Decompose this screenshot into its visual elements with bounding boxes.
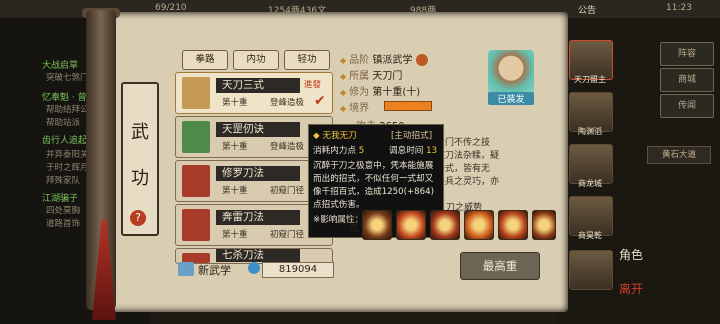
skill-level: 第十重 bbox=[222, 142, 248, 152]
diamond-icon: ◆ bbox=[340, 104, 347, 113]
tab-fist[interactable]: 拳路 bbox=[182, 50, 228, 70]
quest-desc: 拜殊家队 bbox=[46, 176, 81, 186]
leave-button[interactable]: 离开 bbox=[619, 280, 643, 297]
move-desc-line: 点招式伤害。 bbox=[313, 200, 365, 210]
quest-title[interactable]: 大战启草 bbox=[42, 58, 78, 71]
move-type: [主动招式] bbox=[391, 131, 433, 141]
skill-name: 修罗刀法 bbox=[216, 166, 300, 181]
hero-name: 商龙城 bbox=[578, 179, 602, 188]
rumor-button[interactable]: 传闻 bbox=[660, 94, 714, 118]
skill-level: 第十重 bbox=[222, 186, 248, 196]
hero-avatar[interactable] bbox=[569, 250, 613, 290]
sect-value: 天刀门 bbox=[372, 71, 403, 82]
skill-rank: 初窥门径 bbox=[270, 230, 305, 240]
quest-title[interactable]: 忆奉魁 · 曾 bbox=[42, 90, 87, 103]
grade-value: 镇派武学 bbox=[372, 55, 413, 66]
points-icon bbox=[248, 262, 260, 274]
quest-title[interactable]: 齿行人追起 bbox=[42, 133, 87, 146]
lineup-button[interactable]: 阵容 bbox=[660, 42, 714, 66]
new-skill-link[interactable]: 新武学 bbox=[198, 262, 231, 278]
grade-badge-icon bbox=[416, 54, 429, 66]
skill-level: 第十重 bbox=[222, 230, 248, 240]
max-level-button[interactable]: 最高重 bbox=[460, 252, 540, 280]
cost-value: 5 bbox=[358, 146, 365, 156]
role-button[interactable]: 角色 bbox=[619, 246, 643, 263]
move-icon[interactable] bbox=[532, 210, 556, 240]
skill-item[interactable]: 天刀三式 第十重 登峰造极 進發 ✔ bbox=[175, 72, 333, 114]
equipped-badge: 已装发 bbox=[488, 92, 534, 105]
move-icon[interactable] bbox=[396, 210, 426, 240]
book-icon bbox=[182, 77, 210, 109]
title-char: 功 bbox=[131, 168, 149, 189]
quest-desc: 道路首饰 bbox=[46, 219, 81, 229]
diamond-icon: ◆ bbox=[340, 88, 347, 97]
clock: 11:23 bbox=[666, 3, 692, 13]
grade-label: 品阶 bbox=[349, 55, 370, 66]
scroll-icon bbox=[178, 262, 194, 276]
diamond-icon: ◆ bbox=[313, 131, 320, 141]
checkmark-icon: ✔ bbox=[314, 93, 326, 109]
title-char: 武 bbox=[131, 122, 149, 143]
realm-label: 境界 bbox=[349, 103, 370, 114]
move-icon[interactable] bbox=[362, 210, 392, 240]
book-icon bbox=[182, 209, 210, 241]
skill-name: 天罡仞诀 bbox=[216, 122, 300, 137]
skill-rank: 登峰造极 bbox=[270, 98, 305, 108]
hero-name: 天刀盟主 bbox=[574, 75, 606, 84]
cost-label: 消耗内力点 bbox=[313, 146, 356, 156]
notice-button[interactable]: 公告 bbox=[578, 3, 596, 16]
book-icon bbox=[182, 165, 210, 197]
moves-label: 招式 bbox=[346, 212, 357, 232]
quest-desc: 并弃泰阳关 bbox=[46, 150, 89, 160]
cultivation-value: 第十重(十) bbox=[372, 87, 421, 98]
quest-desc: 帮助站派 bbox=[46, 118, 81, 128]
hero-name: 商昊乾 bbox=[578, 231, 602, 240]
side-panel: 阵容 商城 传闻 黄石大道 天刀盟主 陶渊滔 商龙城 商昊乾 角色 离开 bbox=[555, 18, 720, 324]
quest-title[interactable]: 江湖骗子 bbox=[42, 191, 78, 204]
diamond-icon: ◆ bbox=[340, 72, 347, 81]
status-badge: 進發 bbox=[304, 80, 322, 90]
cooldown-value: 13 bbox=[426, 146, 438, 156]
help-button[interactable]: ? bbox=[130, 210, 146, 226]
sect-label: 所属 bbox=[349, 71, 370, 82]
skill-rank: 登峰造极 bbox=[270, 142, 305, 152]
hero-name: 陶渊滔 bbox=[578, 127, 602, 136]
skill-name: 七杀刀法 bbox=[216, 249, 300, 262]
move-desc-line: 像千招百式，造成1250(+864) bbox=[313, 187, 434, 197]
quest-desc: 四处莫胸 bbox=[46, 206, 81, 216]
diamond-icon: ◆ bbox=[340, 56, 347, 65]
shop-button[interactable]: 商城 bbox=[660, 68, 714, 92]
skill-rank: 初窥门径 bbox=[270, 186, 305, 196]
move-desc-line: 沉醉于刀之极意中，凭本能施展 bbox=[313, 161, 434, 171]
tab-light[interactable]: 轻功 bbox=[284, 50, 330, 70]
cultivation-label: 修为 bbox=[349, 87, 370, 98]
move-name: 无我无刀 bbox=[322, 131, 357, 141]
realm-progress-bar bbox=[384, 101, 432, 111]
quest-desc: 突破七煞门 bbox=[46, 73, 89, 83]
move-icon[interactable] bbox=[430, 210, 460, 240]
move-icon[interactable] bbox=[464, 210, 494, 240]
skill-name: 天刀三式 bbox=[216, 78, 300, 93]
skill-name: 奔雷刀法 bbox=[216, 210, 300, 225]
move-desc-line: 而出的招式，不似任何一式却又 bbox=[313, 174, 434, 184]
location-chip[interactable]: 黄石大道 bbox=[647, 146, 711, 164]
quest-desc: 帮助结拜公 bbox=[46, 105, 89, 115]
cooldown-label: 调息时间 bbox=[389, 146, 424, 156]
move-icon[interactable] bbox=[498, 210, 528, 240]
book-icon bbox=[182, 121, 210, 153]
tab-inner[interactable]: 内功 bbox=[233, 50, 279, 70]
quest-desc: 于时之辉月 bbox=[46, 163, 89, 173]
points-value: 819094 bbox=[262, 262, 334, 278]
skill-level: 第十重 bbox=[222, 98, 248, 108]
